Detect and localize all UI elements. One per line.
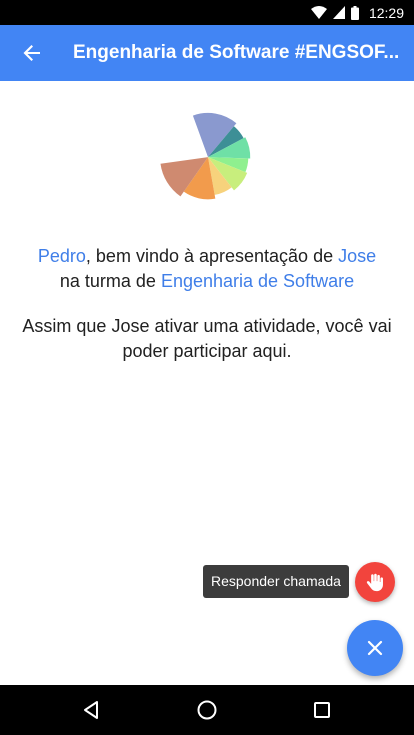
recents-square-icon: [314, 702, 330, 718]
welcome-text-1: , bem vindo à apresentação de: [85, 246, 339, 266]
battery-icon: [350, 5, 359, 20]
close-icon: [367, 640, 383, 656]
user-name: Pedro: [37, 246, 86, 266]
respond-call-tooltip: Responder chamada: [203, 565, 349, 598]
hand-icon: [366, 573, 383, 592]
presenter-name: Jose: [338, 246, 377, 266]
back-button[interactable]: [14, 35, 50, 71]
signal-icon: [332, 6, 345, 19]
status-icons: 12:29: [310, 0, 404, 25]
respond-call-button[interactable]: [355, 562, 395, 602]
status-time: 12:29: [368, 4, 404, 21]
home-circle-icon: [197, 700, 217, 720]
nav-home-button[interactable]: [189, 692, 225, 728]
waiting-message: Assim que Jose ativar uma atividade, voc…: [22, 316, 392, 361]
wifi-icon: [310, 5, 327, 19]
class-name: Engenharia de Software: [160, 271, 355, 291]
app-bar: Engenharia de Software #ENGSOF...: [0, 25, 414, 81]
nav-bar: [0, 685, 414, 735]
close-fab-button[interactable]: [347, 620, 403, 676]
welcome-text-2: na turma de: [59, 271, 161, 291]
status-bar: 12:29: [0, 0, 414, 25]
arrow-back-icon: [23, 45, 40, 61]
nav-recents-button[interactable]: [304, 692, 340, 728]
welcome-message: Pedro, bem vindo à apresentação de Jose …: [12, 244, 402, 294]
app-title: Engenharia de Software #ENGSOF...: [73, 42, 400, 63]
app-logo: [160, 112, 251, 200]
nav-back-button[interactable]: [73, 692, 109, 728]
back-triangle-icon: [84, 701, 98, 719]
